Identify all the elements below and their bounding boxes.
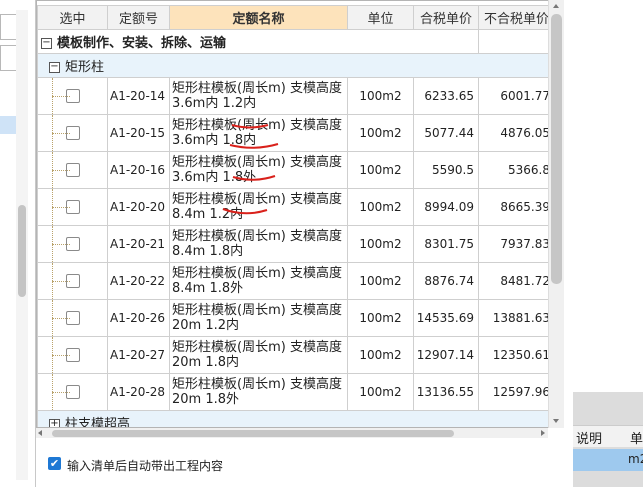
scroll-up-icon[interactable] [553, 4, 559, 8]
quota-grid: 选中 定额号 定额名称 单位 合税单价 不合税单价 − 模板制作、安装、拆除、运输… [36, 0, 564, 428]
auto-content-label: 输入清单后自动带出工程内容 [67, 459, 224, 473]
underline-mark-4 [222, 208, 268, 215]
right-row-unit: m2 [628, 452, 643, 466]
right-col-unit-header[interactable]: 单 [630, 428, 643, 447]
left-selected-item[interactable] [0, 116, 16, 134]
left-scrollbar-thumb[interactable] [18, 205, 26, 297]
checkmark-icon: ✔ [49, 457, 60, 470]
right-col-description-header[interactable]: 说明 [576, 428, 602, 447]
scroll-left-icon[interactable] [38, 430, 42, 436]
auto-content-checkbox[interactable]: ✔ [48, 457, 61, 470]
scroll-right-icon[interactable] [541, 430, 545, 436]
red-annotations [222, 124, 279, 215]
underline-mark-2 [229, 143, 279, 149]
scroll-down-icon[interactable] [553, 419, 559, 423]
underline-mark-3 [232, 175, 276, 181]
horizontal-scrollbar-thumb[interactable] [52, 430, 454, 437]
vertical-scrollbar-thumb[interactable] [551, 14, 562, 284]
underline-mark-1 [231, 124, 269, 129]
